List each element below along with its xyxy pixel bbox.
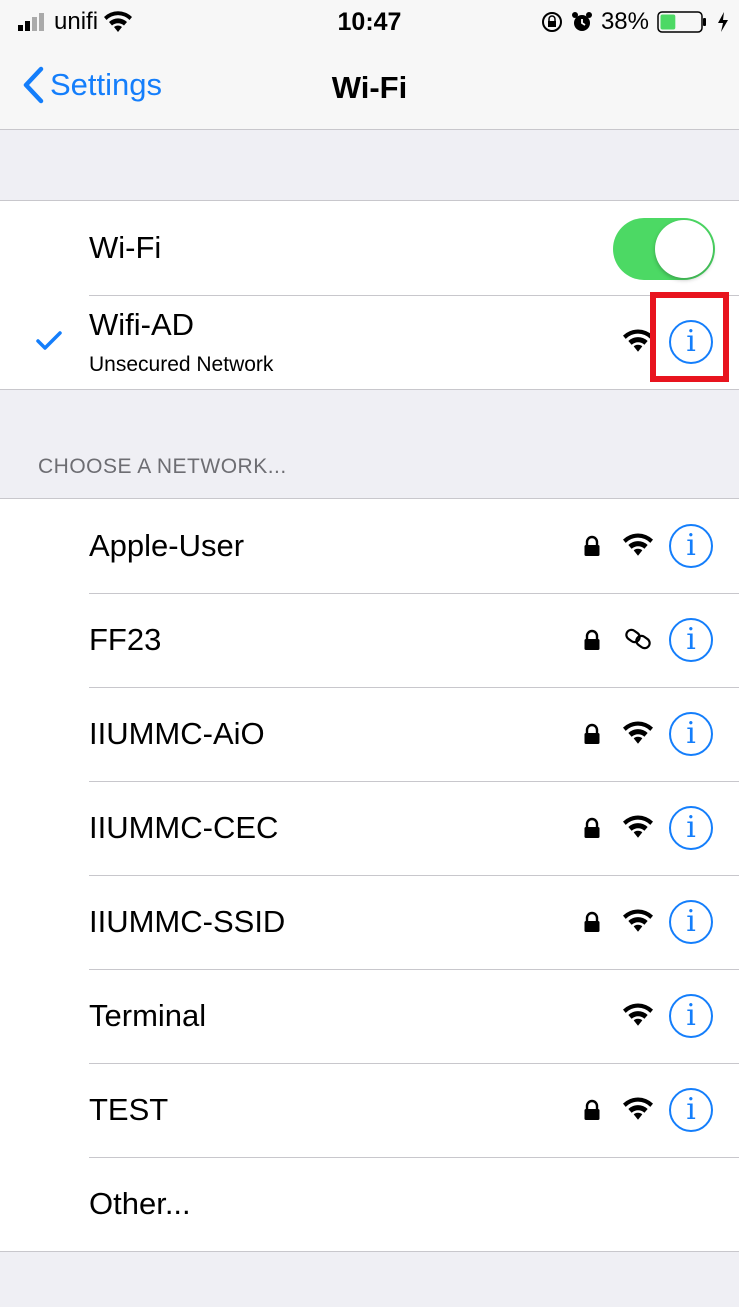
- navigation-bar: Settings Wi-Fi: [0, 40, 739, 130]
- network-info-button[interactable]: i: [669, 806, 713, 850]
- lock-icon: [583, 1099, 601, 1126]
- network-info-button[interactable]: i: [669, 900, 713, 944]
- network-name: IIUMMC-AiO: [89, 716, 265, 751]
- network-row[interactable]: IIUMMC-CEC i: [0, 781, 739, 875]
- wifi-group: Wi-Fi Wifi-AD Unsecured Network i: [0, 200, 739, 390]
- charging-bolt-icon: [718, 12, 728, 32]
- network-info-button[interactable]: i: [669, 1088, 713, 1132]
- lock-icon: [583, 817, 601, 844]
- network-info-button[interactable]: i: [669, 524, 713, 568]
- alarm-icon: [571, 12, 592, 31]
- section-header: CHOOSE A NETWORK...: [38, 455, 287, 478]
- wifi-toggle-label: Wi-Fi: [89, 230, 162, 265]
- network-info-button[interactable]: i: [669, 994, 713, 1038]
- network-name: Other...: [89, 1186, 191, 1221]
- lock-icon: [583, 723, 601, 750]
- connected-network-row[interactable]: Wifi-AD Unsecured Network i: [0, 295, 739, 389]
- wifi-icon: [623, 721, 653, 750]
- wifi-icon: [623, 815, 653, 844]
- network-name: IIUMMC-CEC: [89, 810, 279, 845]
- highlight-box: [650, 292, 729, 382]
- network-name: FF23: [89, 622, 162, 657]
- lock-icon: [583, 535, 601, 562]
- connected-network-subtitle: Unsecured Network: [89, 353, 274, 376]
- wifi-icon: [623, 909, 653, 938]
- network-name: Apple-User: [89, 528, 245, 563]
- battery-icon: [657, 11, 706, 33]
- network-row[interactable]: Other...: [0, 1157, 739, 1251]
- wifi-toggle-switch[interactable]: [613, 218, 715, 280]
- wifi-icon: [623, 1003, 653, 1032]
- status-bar: unifi 10:47 38%: [0, 0, 739, 40]
- toggle-knob: [655, 220, 713, 278]
- wifi-icon: [623, 329, 653, 352]
- status-right: 38%: [541, 8, 729, 36]
- wifi-icon: [623, 533, 653, 562]
- wifi-toggle-row: Wi-Fi: [0, 201, 739, 295]
- network-info-button[interactable]: i: [669, 712, 713, 756]
- network-name: IIUMMC-SSID: [89, 904, 286, 939]
- network-row[interactable]: TEST i: [0, 1063, 739, 1157]
- network-row[interactable]: FF23 i: [0, 593, 739, 687]
- link-icon: [623, 627, 653, 656]
- lock-icon: [583, 629, 601, 656]
- checkmark-icon: [36, 331, 62, 350]
- network-row[interactable]: IIUMMC-SSID i: [0, 875, 739, 969]
- network-row[interactable]: IIUMMC-AiO i: [0, 687, 739, 781]
- rotation-lock-icon: [541, 12, 562, 32]
- network-name: Terminal: [89, 998, 207, 1033]
- battery-percent: 38%: [600, 8, 649, 35]
- network-row[interactable]: Apple-User i: [0, 499, 739, 593]
- connected-network-name: Wifi-AD: [89, 307, 195, 342]
- network-name: TEST: [89, 1092, 169, 1127]
- network-info-button[interactable]: i: [669, 618, 713, 662]
- networks-group: Apple-User i FF23 i IIUMMC-AiO i IIUMMC-CEC i II…: [0, 498, 739, 1252]
- lock-icon: [583, 911, 601, 938]
- page-title: Wi-Fi: [331, 70, 408, 105]
- network-row[interactable]: Terminal i: [0, 969, 739, 1063]
- wifi-icon: [623, 1097, 653, 1126]
